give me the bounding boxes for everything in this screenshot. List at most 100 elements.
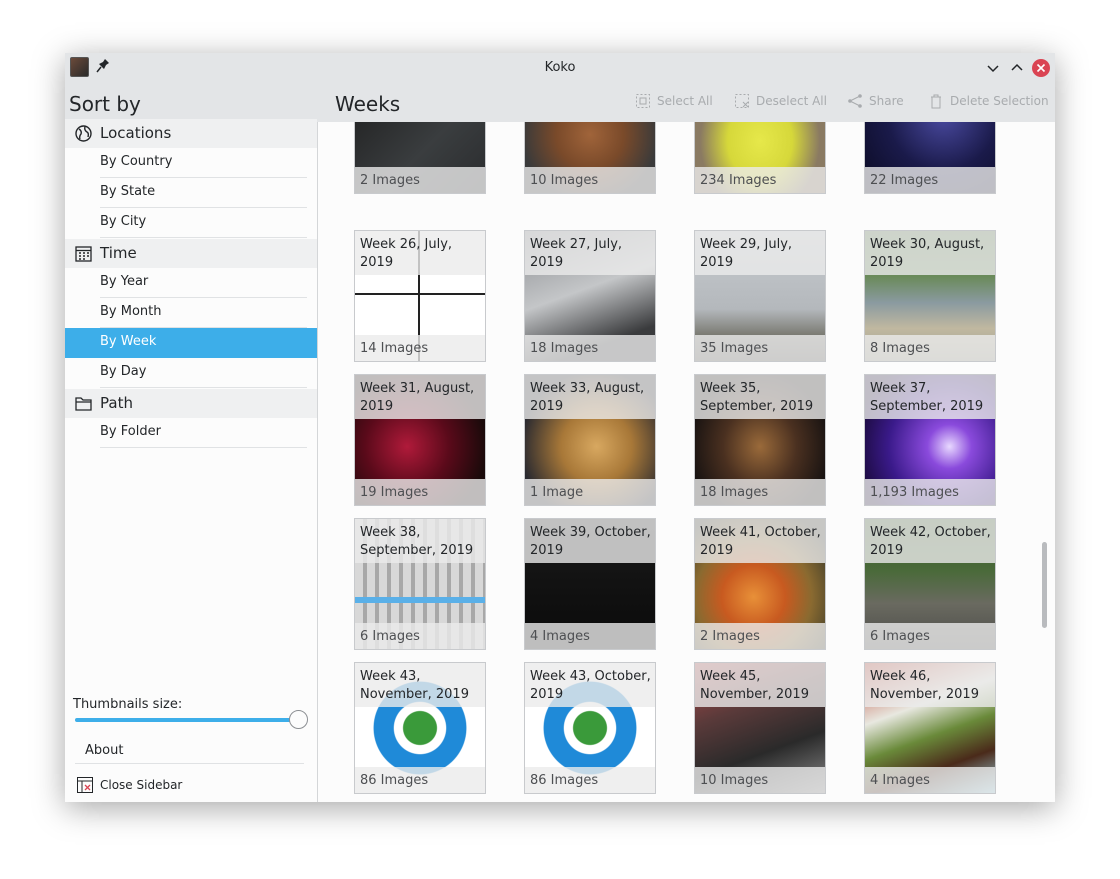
week-tile[interactable]: Week 29, July, 2019 35 Images <box>694 230 826 362</box>
sidebar-item-label: By Country <box>100 154 173 169</box>
divider <box>100 237 307 238</box>
close-window-button[interactable] <box>1032 59 1050 77</box>
sidebar-item-label: By Day <box>100 364 147 379</box>
week-tile[interactable]: 22 Images <box>864 122 996 194</box>
week-tile[interactable]: Week 37, September, 2019 1,193 Images <box>864 374 996 506</box>
sidebar-item-by-state[interactable]: By State <box>65 178 317 208</box>
sidebar-heading: Sort by <box>69 92 141 116</box>
image-count: 4 Images <box>530 629 590 644</box>
week-tile[interactable]: 2 Images <box>354 122 486 194</box>
image-count: 1,193 Images <box>870 485 959 500</box>
week-title: Week 45, November, 2019 <box>700 669 809 702</box>
window-title: Koko <box>544 60 576 75</box>
delete-selection-button[interactable]: Delete Selection <box>928 93 1049 109</box>
image-count: 19 Images <box>360 485 429 500</box>
deselect-all-label: Deselect All <box>756 94 827 108</box>
week-tile[interactable]: Week 26, July, 2019 14 Images <box>354 230 486 362</box>
share-label: Share <box>869 94 904 108</box>
titlebar: Koko <box>65 53 1055 82</box>
week-title: Week 37, September, 2019 <box>870 381 984 414</box>
week-title: Week 46, November, 2019 <box>870 669 979 702</box>
thumbnails-size-slider[interactable] <box>75 718 299 722</box>
week-title: Week 27, July, 2019 <box>530 237 623 270</box>
sidebar-item-by-year[interactable]: By Year <box>65 268 317 298</box>
image-count: 8 Images <box>870 341 930 356</box>
close-sidebar-label: Close Sidebar <box>100 778 183 792</box>
week-tile[interactable]: 234 Images <box>694 122 826 194</box>
week-title: Week 43, October, 2019 <box>530 669 651 702</box>
image-count: 10 Images <box>700 773 769 788</box>
weeks-grid: 2 Images 10 Images 234 Images 22 Images … <box>318 122 1055 802</box>
deselect-all-icon <box>735 94 749 108</box>
calendar-icon <box>75 246 92 262</box>
image-count: 10 Images <box>530 173 599 188</box>
sidebar: Locations By Country By State By City Ti… <box>65 119 318 802</box>
week-title: Week 31, August, 2019 <box>360 381 475 414</box>
week-tile[interactable]: Week 27, July, 2019 18 Images <box>524 230 656 362</box>
week-title: Week 30, August, 2019 <box>870 237 985 270</box>
section-locations: Locations <box>65 119 317 148</box>
globe-icon <box>75 125 92 142</box>
close-icon <box>1036 63 1046 73</box>
close-sidebar-icon <box>77 777 93 793</box>
delete-selection-label: Delete Selection <box>950 94 1049 108</box>
page-title: Weeks <box>335 92 401 116</box>
week-title: Week 38, September, 2019 <box>360 525 474 558</box>
week-title: Week 33, August, 2019 <box>530 381 645 414</box>
sidebar-item-label: By Week <box>100 334 157 349</box>
divider <box>75 763 304 764</box>
week-tile[interactable]: Week 31, August, 2019 19 Images <box>354 374 486 506</box>
image-count: 35 Images <box>700 341 769 356</box>
light-streak <box>355 597 485 603</box>
trash-icon <box>931 94 941 109</box>
image-count: 86 Images <box>530 773 599 788</box>
week-title: Week 35, September, 2019 <box>700 381 814 414</box>
section-path: Path <box>65 389 317 418</box>
sidebar-item-label: By State <box>100 184 156 199</box>
image-count: 22 Images <box>870 173 939 188</box>
sidebar-item-by-folder[interactable]: By Folder <box>65 418 317 448</box>
section-time: Time <box>65 239 317 268</box>
sidebar-item-by-country[interactable]: By Country <box>65 148 317 178</box>
image-count: 6 Images <box>870 629 930 644</box>
sidebar-item-by-city[interactable]: By City <box>65 208 317 238</box>
week-tile[interactable]: Week 33, August, 2019 1 Image <box>524 374 656 506</box>
week-tile[interactable]: Week 46, November, 2019 4 Images <box>864 662 996 794</box>
week-tile[interactable]: Week 39, October, 2019 4 Images <box>524 518 656 650</box>
image-count: 14 Images <box>360 341 429 356</box>
minimize-icon[interactable] <box>984 59 1002 77</box>
week-tile[interactable]: Week 45, November, 2019 10 Images <box>694 662 826 794</box>
week-tile[interactable]: Week 38, September, 2019 6 Images <box>354 518 486 650</box>
image-count: 1 Image <box>530 485 584 500</box>
deselect-all-button[interactable]: Deselect All <box>734 93 827 109</box>
sidebar-item-label: By Month <box>100 304 162 319</box>
slider-handle[interactable] <box>289 710 308 729</box>
share-button[interactable]: Share <box>847 93 904 109</box>
week-title: Week 43, November, 2019 <box>360 669 469 702</box>
week-tile[interactable]: Week 30, August, 2019 8 Images <box>864 230 996 362</box>
grid-scrollbar[interactable] <box>1042 542 1047 628</box>
sidebar-item-by-month[interactable]: By Month <box>65 298 317 328</box>
week-title: Week 29, July, 2019 <box>700 237 793 270</box>
sidebar-item-label: By Folder <box>100 424 161 439</box>
image-count: 2 Images <box>360 173 420 188</box>
image-count: 6 Images <box>360 629 420 644</box>
week-tile[interactable]: Week 43, October, 2019 86 Images <box>524 662 656 794</box>
week-tile[interactable]: Week 42, October, 2019 6 Images <box>864 518 996 650</box>
week-tile[interactable]: Week 41, October, 2019 2 Images <box>694 518 826 650</box>
sidebar-item-by-week[interactable]: By Week <box>65 328 317 358</box>
week-tile[interactable]: Week 35, September, 2019 18 Images <box>694 374 826 506</box>
week-tile[interactable]: 10 Images <box>524 122 656 194</box>
sidebar-item-by-day[interactable]: By Day <box>65 358 317 388</box>
select-all-button[interactable]: Select All <box>635 93 713 109</box>
week-title: Week 41, October, 2019 <box>700 525 821 558</box>
image-count: 234 Images <box>700 173 777 188</box>
sidebar-item-label: By Year <box>100 274 149 289</box>
week-tile[interactable]: Week 43, November, 2019 86 Images <box>354 662 486 794</box>
share-icon <box>848 94 862 108</box>
about-link[interactable]: About <box>85 743 123 758</box>
close-sidebar-button[interactable]: Close Sidebar <box>77 777 182 793</box>
header-bar: Sort by Weeks Select All Deselect All Sh… <box>65 82 1055 123</box>
section-label: Time <box>100 244 137 262</box>
maximize-icon[interactable] <box>1008 59 1026 77</box>
